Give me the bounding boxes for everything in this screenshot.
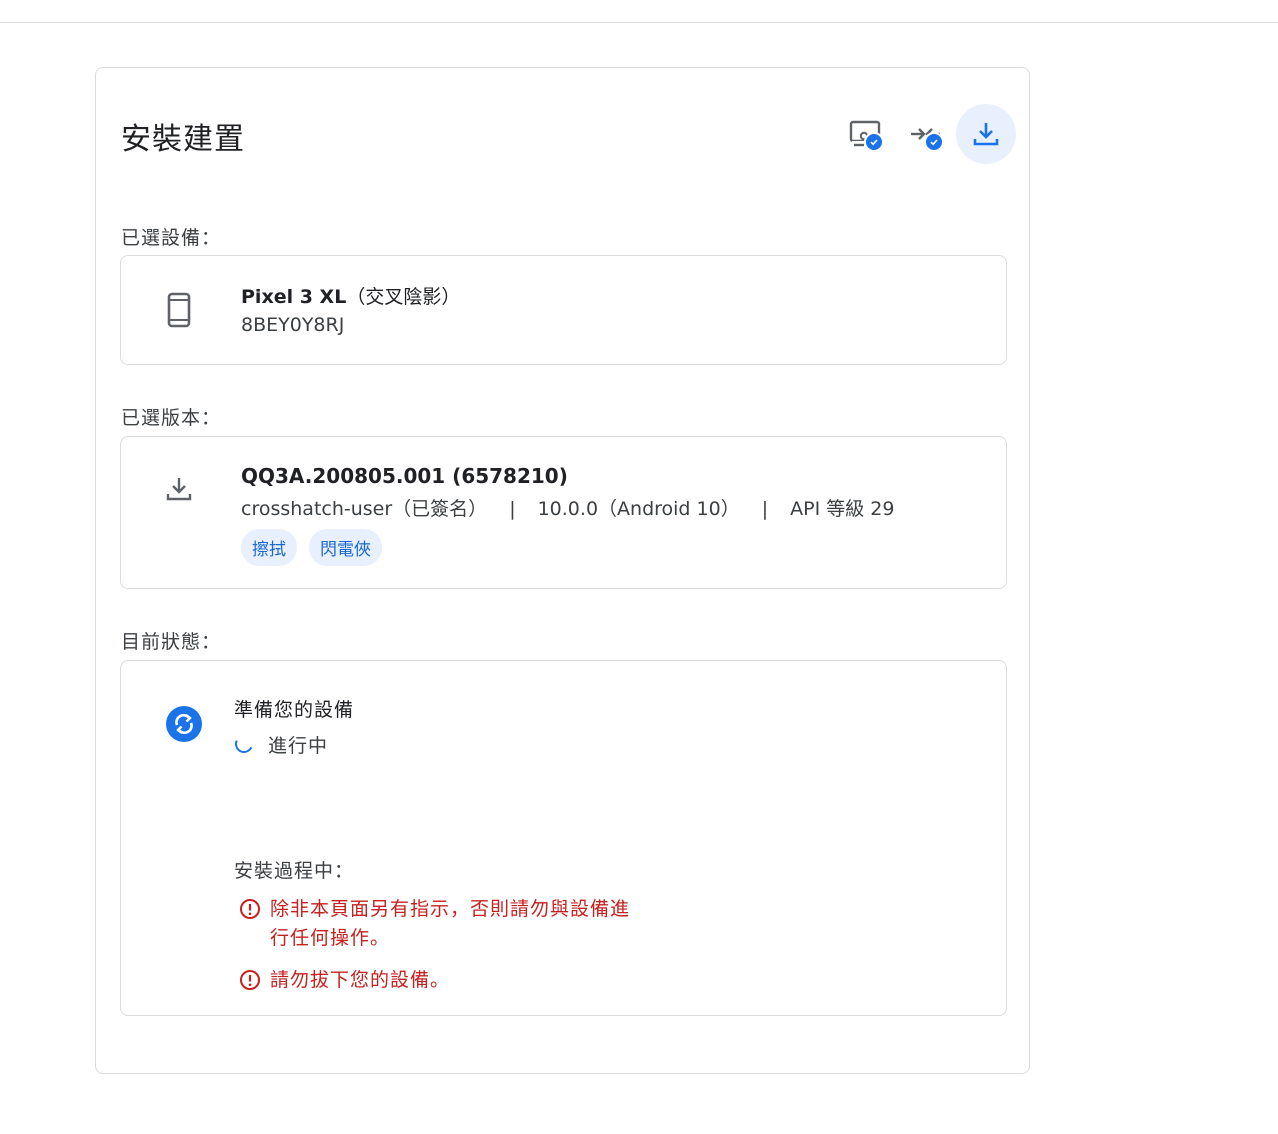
step-install[interactable] xyxy=(956,104,1016,164)
check-icon xyxy=(924,132,944,152)
warning-text: 除非本頁面另有指示，否則請勿與設備進行任何操作。 xyxy=(270,898,631,949)
check-icon xyxy=(864,132,884,152)
device-model: Pixel 3 XL xyxy=(241,286,347,308)
build-target: crosshatch-user（已簽名） xyxy=(241,498,488,520)
sync-icon xyxy=(166,706,202,742)
step-indicator xyxy=(836,104,1016,164)
status-title: 準備您的設備 xyxy=(234,699,355,721)
loading-spinner-icon xyxy=(232,732,256,756)
current-status-box: 準備您的設備 進行中 安裝過程中： 除非本頁面另有指示，否則請勿與設備進行任何操… xyxy=(120,660,1007,1016)
phone-icon xyxy=(167,292,191,328)
selected-device-box: Pixel 3 XL（交叉陰影） 8BEY0Y8RJ xyxy=(120,255,1007,365)
separator: | xyxy=(761,498,769,520)
top-divider xyxy=(0,22,1278,23)
download-icon xyxy=(166,478,192,501)
build-api-level: API 等級 29 xyxy=(790,498,895,520)
step-connect[interactable] xyxy=(896,104,956,164)
page-title: 安裝建置 xyxy=(121,122,245,157)
install-build-card: 安裝建置 已選設備： Pixel 3 XL（交叉陰影） 8BEY0Y8RJ 已選… xyxy=(95,67,1030,1074)
chip-wipe: 擦拭 xyxy=(241,529,297,566)
build-meta: crosshatch-user（已簽名） | 10.0.0（Android 10） |… xyxy=(241,494,894,521)
build-version: 10.0.0（Android 10） xyxy=(537,498,740,520)
device-name: Pixel 3 XL（交叉陰影） xyxy=(241,282,460,309)
device-codename: （交叉陰影） xyxy=(346,286,461,308)
current-status-label: 目前狀態： xyxy=(121,631,222,653)
selected-device-label: 已選設備： xyxy=(121,227,222,249)
download-icon xyxy=(973,123,999,146)
chip-flash-all: 閃電俠 xyxy=(309,529,382,566)
warning-text: 請勿拔下您的設備。 xyxy=(270,969,451,991)
during-install-label: 安裝過程中： xyxy=(234,860,355,882)
separator: | xyxy=(509,498,516,520)
selected-build-label: 已選版本： xyxy=(121,407,222,429)
status-progress: 進行中 xyxy=(268,735,329,757)
device-serial: 8BEY0Y8RJ xyxy=(241,314,345,336)
selected-build-box: QQ3A.200805.001 (6578210) crosshatch-use… xyxy=(120,436,1007,589)
step-select-device[interactable] xyxy=(836,104,896,164)
build-option-chips: 擦拭 閃電俠 xyxy=(241,529,382,566)
error-icon xyxy=(240,970,260,990)
warning-item: 除非本頁面另有指示，否則請勿與設備進行任何操作。 xyxy=(239,895,640,953)
warning-item: 請勿拔下您的設備。 xyxy=(239,966,640,995)
error-icon xyxy=(240,899,260,919)
build-id: QQ3A.200805.001 (6578210) xyxy=(241,464,568,488)
